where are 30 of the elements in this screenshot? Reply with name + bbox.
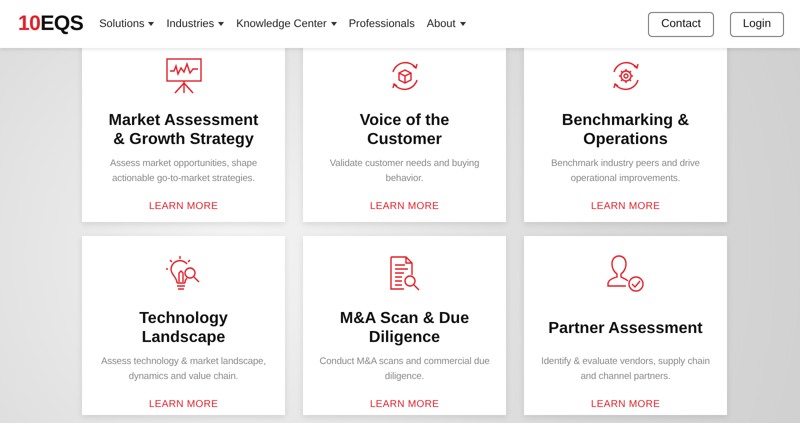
- learn-more-link[interactable]: LEARN MORE: [590, 201, 660, 212]
- card-description: Assess market opportunities, shape actionable go-to-market strategies.: [108, 157, 258, 186]
- logo-text[interactable]: EQS: [40, 12, 84, 36]
- card-description: Identify & evaluate vendors, supply chain and channel partners.: [540, 355, 711, 384]
- learn-more-link[interactable]: LEARN MORE: [370, 399, 440, 410]
- nav-link[interactable]: Industries: [166, 18, 224, 30]
- card-title: M&A Scan & Due Diligence: [338, 309, 470, 348]
- nav-link[interactable]: Knowledge Center: [236, 18, 337, 30]
- card-title: Partner Assessment: [548, 318, 703, 338]
- card-title: Benchmarking & Operations: [560, 111, 690, 150]
- nav-link[interactable]: Professionals: [348, 18, 415, 30]
- person-check-icon: [606, 255, 646, 293]
- nav-link[interactable]: About: [426, 18, 466, 30]
- learn-more-link[interactable]: LEARN MORE: [590, 399, 660, 410]
- learn-more-link[interactable]: LEARN MORE: [370, 201, 440, 212]
- learn-more-link[interactable]: LEARN MORE: [148, 201, 218, 212]
- logo-accent[interactable]: 10: [18, 12, 40, 36]
- card-description: Assess technology & market landscape, dynamics and value chain.: [100, 355, 267, 384]
- learn-more-link[interactable]: LEARN MORE: [148, 399, 218, 410]
- chart-board-icon: [164, 57, 202, 95]
- card-title: Market Assessment & Growth Strategy: [108, 111, 260, 150]
- card-description: Conduct M&A scans and commercial due diligence.: [318, 355, 491, 384]
- card-title: Voice of the Customer: [358, 111, 450, 150]
- card-description: Benchmark industry peers and drive operational improvements.: [550, 157, 701, 186]
- card-description: Validate customer needs and buying behavior.: [328, 157, 480, 186]
- contact-button[interactable]: Contact: [648, 12, 714, 36]
- nav-link[interactable]: Solutions: [99, 18, 154, 30]
- document-search-icon: [388, 255, 422, 293]
- card-title: Technology Landscape: [138, 309, 229, 348]
- login-button[interactable]: Login: [730, 12, 784, 36]
